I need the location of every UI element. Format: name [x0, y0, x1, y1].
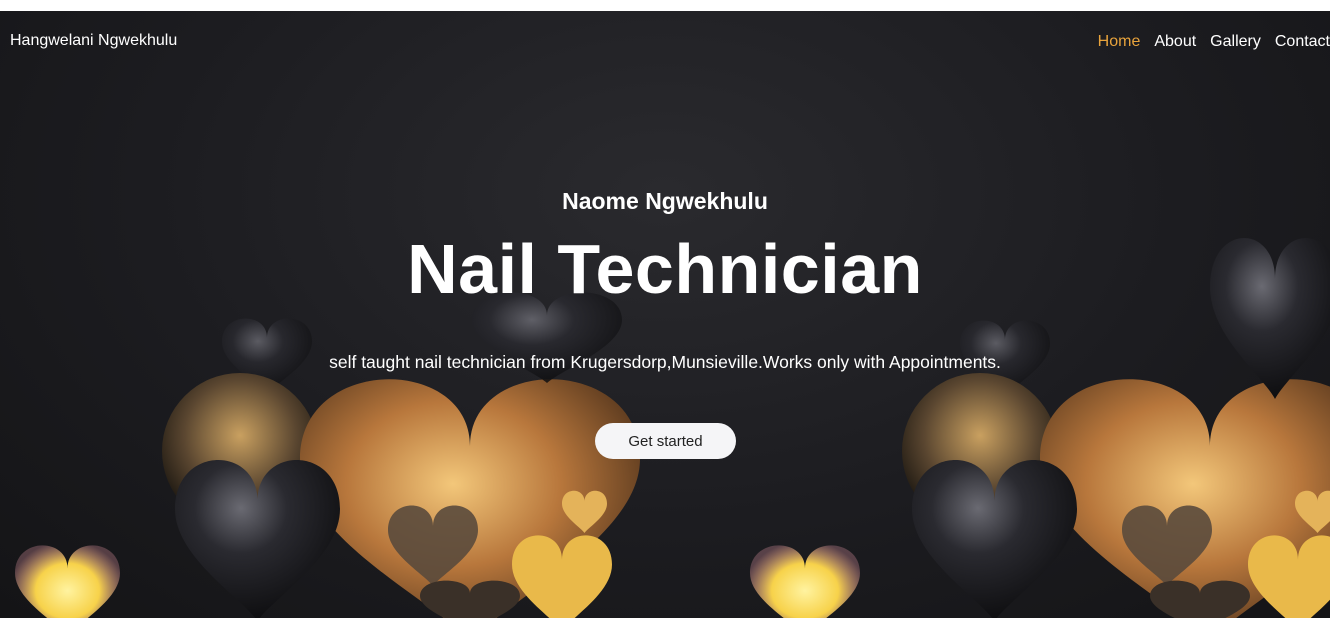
hero-section: Hangwelani Ngwekhulu Home About Gallery …: [0, 11, 1330, 618]
navbar: Hangwelani Ngwekhulu Home About Gallery …: [0, 11, 1330, 73]
hero-background-image: [15, 237, 1330, 618]
nav-link-home[interactable]: Home: [1098, 33, 1141, 51]
brand-name[interactable]: Hangwelani Ngwekhulu: [10, 32, 177, 50]
hero-title: Nail Technician: [407, 230, 923, 308]
nav-link-about[interactable]: About: [1154, 33, 1196, 51]
nav-link-gallery[interactable]: Gallery: [1210, 33, 1261, 51]
nav-links: Home About Gallery Contact: [1098, 33, 1330, 51]
get-started-button[interactable]: Get started: [595, 423, 736, 459]
hero-subtitle: Naome Ngwekhulu: [562, 188, 768, 214]
hero-tagline: self taught nail technician from Krugers…: [329, 352, 1001, 372]
nav-link-contact[interactable]: Contact: [1275, 33, 1330, 51]
